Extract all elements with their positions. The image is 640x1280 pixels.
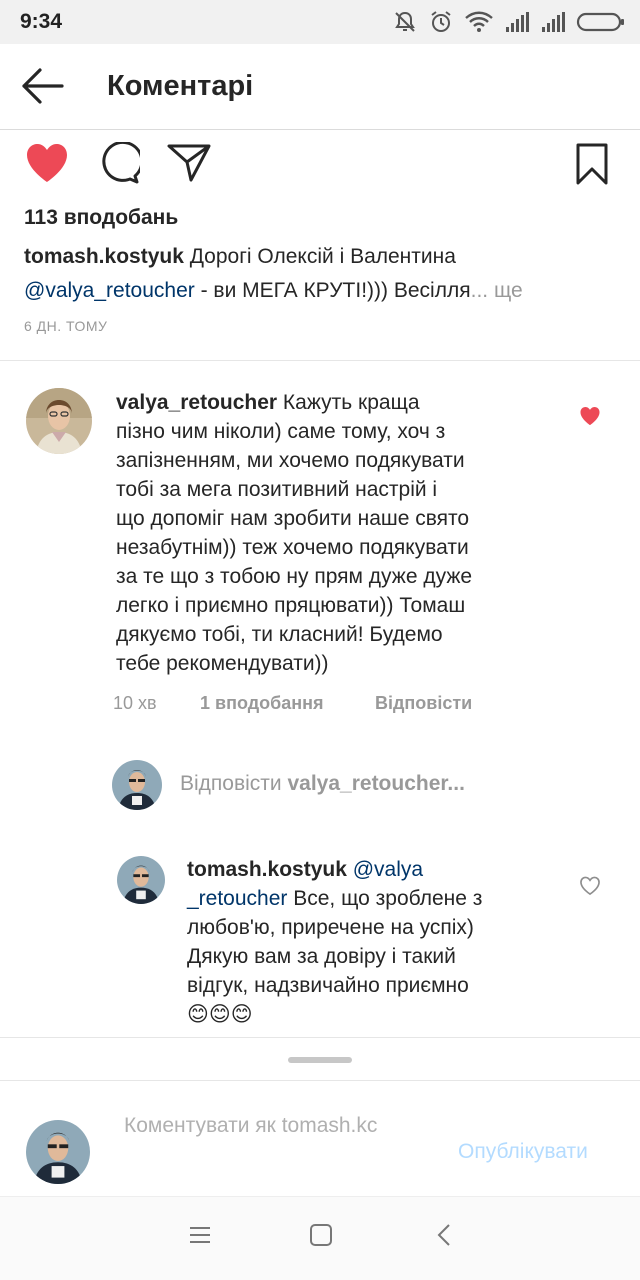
comment-line: за те що з тобою ну прям дуже дуже: [116, 565, 473, 588]
system-back-button[interactable]: [433, 1223, 457, 1252]
publish-button[interactable]: Опублікувати: [458, 1140, 588, 1164]
alarm-icon: [428, 9, 454, 35]
comment-meta: 10 хв 1 вподобання Відповісти: [0, 693, 640, 717]
heart-filled-icon: [27, 144, 67, 182]
caption-text: Дорогі Олексій і Валентина: [183, 245, 456, 268]
share-icon: [167, 144, 211, 182]
reply-mention[interactable]: @valya: [347, 858, 423, 881]
share-button[interactable]: [166, 142, 212, 189]
post-actions: [0, 138, 640, 190]
wifi-icon: [464, 10, 494, 34]
divider: [0, 1080, 640, 1081]
arrow-left-icon: [22, 68, 64, 104]
comment-line: незабутнім)) теж хочемо подякувати: [116, 536, 469, 559]
comment-button[interactable]: [96, 140, 144, 191]
likes-count[interactable]: 113 вподобань: [24, 206, 178, 230]
signal-icon: [504, 11, 530, 33]
reply-to-hint[interactable]: Відповісти valya_retoucher...: [180, 772, 465, 796]
menu-button[interactable]: [188, 1223, 212, 1252]
comment-icon: [102, 140, 144, 184]
comment-line: Кажуть краща: [277, 391, 420, 414]
comment-line: тобі за мега позитивний настрій і: [116, 478, 438, 501]
back-button[interactable]: [18, 64, 66, 108]
like-button[interactable]: [24, 142, 70, 189]
home-square-icon: [310, 1224, 332, 1246]
reply-hint-prefix: Відповісти: [180, 772, 288, 795]
caption-more-link[interactable]: ... ще: [471, 279, 523, 302]
post-timestamp: 6 ДН. ТОМУ: [24, 318, 108, 334]
mute-icon: [392, 9, 418, 35]
bookmark-button[interactable]: [574, 142, 610, 191]
status-time: 9:34: [20, 10, 63, 33]
signal-icon: [540, 11, 566, 33]
page-title: Коментарі: [107, 70, 254, 102]
caption-username[interactable]: tomash.kostyuk: [24, 245, 184, 268]
status-bar: 9:34: [0, 0, 640, 44]
post-caption: tomash.kostyuk Дорогі Олексій і Валентин…: [24, 240, 624, 308]
app-header: Коментарі: [0, 44, 640, 130]
avatar[interactable]: [117, 856, 165, 904]
reply-line: відгук, надзвичайно приємно: [187, 974, 469, 997]
reply-button[interactable]: Відповісти: [375, 693, 472, 714]
comment-line: легко і приємно пряцювати)) Томаш: [116, 594, 466, 617]
comment-body: valya_retoucher Кажуть краща пізно чим н…: [116, 388, 576, 678]
reply-line: Дякую вам за довіру і такий: [187, 945, 456, 968]
reply-username[interactable]: tomash.kostyuk: [187, 858, 347, 881]
status-icons: [392, 8, 626, 36]
heart-outline-icon: [580, 876, 600, 896]
reply-hint-user: valya_retoucher...: [287, 772, 465, 795]
comment-like-button[interactable]: [579, 406, 601, 431]
battery-icon: [576, 11, 626, 33]
back-chevron-icon: [437, 1224, 450, 1246]
reply-like-button[interactable]: [579, 876, 601, 901]
divider: [0, 1037, 640, 1038]
comment-likes[interactable]: 1 вподобання: [200, 693, 324, 714]
comment-time: 10 хв: [113, 693, 157, 713]
system-nav-bar: [0, 1196, 640, 1280]
bookmark-icon: [576, 143, 608, 185]
reply-mention-2[interactable]: _retoucher: [187, 887, 287, 910]
reply-line: Все, що зроблене з: [287, 887, 483, 910]
comment-line: пізно чим ніколи) саме тому, хоч з: [116, 420, 446, 443]
sheet-handle[interactable]: [288, 1057, 352, 1063]
avatar[interactable]: [26, 388, 92, 454]
comment-line: тебе рекомендувати)): [116, 652, 329, 675]
caption-text-2: - ви МЕГА КРУТІ!))) Весілля: [194, 279, 471, 302]
menu-icon: [190, 1227, 210, 1243]
comment-username[interactable]: valya_retoucher: [116, 391, 277, 414]
comment-line: що допоміг нам зробити наше свято: [116, 507, 470, 530]
home-button[interactable]: [309, 1223, 333, 1252]
avatar[interactable]: [112, 760, 162, 810]
caption-mention[interactable]: @valya_retoucher: [24, 279, 195, 302]
reply-body: tomash.kostyuk @valya _retoucher Все, що…: [187, 855, 567, 1029]
reply-emoji: 😊😊😊: [187, 1003, 253, 1026]
comment-line: запізненням, ми хочемо подякувати: [116, 449, 465, 472]
reply-line: любов'ю, приречене на успіх): [187, 916, 474, 939]
heart-filled-icon: [580, 406, 600, 426]
divider: [0, 360, 640, 361]
avatar: [26, 1120, 90, 1184]
comment-line: дякуємо тобі, ти класний! Будемо: [116, 623, 443, 646]
comment-input[interactable]: [124, 1108, 434, 1144]
